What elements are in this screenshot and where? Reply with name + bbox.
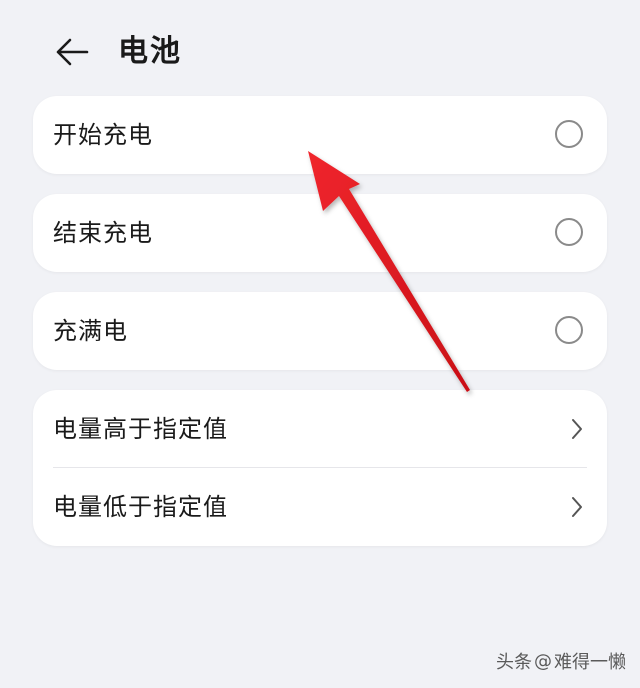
radio-button[interactable] [555,316,583,344]
header-bar: 电池 [0,0,640,100]
arrow-left-icon [56,38,89,66]
watermark-author: 难得一懒 [554,652,626,673]
page-title: 电池 [118,34,182,69]
chevron-right-icon [572,419,582,439]
watermark-at: @ [534,650,552,672]
option-label: 充满电 [53,317,128,345]
level-below-item[interactable]: 电量低于指定值 [33,468,607,546]
chevron-right-icon [572,497,582,517]
level-label: 电量高于指定值 [53,415,228,443]
radio-button[interactable] [555,120,583,148]
battery-level-card: 电量高于指定值 电量低于指定值 [33,390,607,546]
level-above-item[interactable]: 电量高于指定值 [33,390,607,468]
option-label: 结束充电 [53,219,153,247]
option-fully-charged[interactable]: 充满电 [33,292,607,370]
back-button[interactable] [50,30,94,74]
watermark: 头条 @ 难得一懒 [496,648,626,674]
option-card-start-charging: 开始充电 [33,96,607,174]
option-start-charging[interactable]: 开始充电 [33,96,607,174]
radio-button[interactable] [555,218,583,246]
option-card-stop-charging: 结束充电 [33,194,607,272]
option-card-fully-charged: 充满电 [33,292,607,370]
watermark-prefix: 头条 [496,652,532,673]
option-label: 开始充电 [53,121,153,149]
level-label: 电量低于指定值 [53,493,228,521]
option-stop-charging[interactable]: 结束充电 [33,194,607,272]
